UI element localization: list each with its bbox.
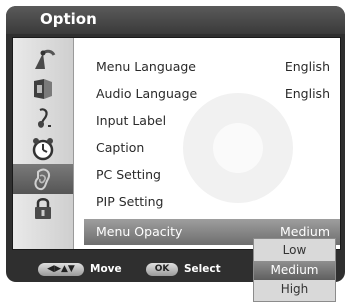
sidebar-item-time[interactable] bbox=[13, 134, 73, 164]
menu-item-caption[interactable]: Caption bbox=[84, 135, 340, 161]
dropdown-option-low[interactable]: Low bbox=[254, 241, 335, 260]
menu-item-value: English bbox=[284, 86, 330, 101]
ok-key-icon: OK bbox=[146, 263, 178, 276]
menu-item-label: Menu Opacity bbox=[96, 224, 183, 239]
menu-panel: Menu Language English Audio Language Eng… bbox=[12, 37, 341, 250]
menu-item-value: Medium bbox=[280, 224, 330, 239]
menu-item-label: Input Label bbox=[96, 113, 167, 128]
dropdown-option-medium[interactable]: Medium bbox=[254, 261, 335, 280]
opacity-dropdown[interactable]: Low Medium High bbox=[253, 238, 336, 302]
menu-item-label: Menu Language bbox=[96, 59, 196, 74]
menu-item-menu-language[interactable]: Menu Language English bbox=[84, 54, 340, 80]
menu-item-label: PC Setting bbox=[96, 167, 161, 182]
menu-item-label: Caption bbox=[96, 140, 145, 155]
menu-item-pip-setting[interactable]: PIP Setting bbox=[84, 189, 340, 215]
clock-icon bbox=[32, 138, 54, 161]
picture-icon bbox=[34, 79, 52, 99]
navigation-keys-icon: ◀▶▲▼ bbox=[38, 263, 84, 276]
sidebar-item-sound[interactable] bbox=[13, 104, 73, 134]
sidebar-item-lock[interactable] bbox=[13, 194, 73, 224]
select-hint: Select bbox=[184, 263, 221, 275]
move-hint: Move bbox=[90, 263, 122, 275]
sidebar-item-option[interactable] bbox=[13, 164, 73, 194]
menu-item-input-label[interactable]: Input Label bbox=[84, 108, 340, 134]
menu-item-pc-setting[interactable]: PC Setting bbox=[84, 162, 340, 188]
menu-list: Menu Language English Audio Language Eng… bbox=[84, 38, 340, 249]
sidebar-item-channel[interactable] bbox=[13, 44, 73, 74]
antenna-icon bbox=[35, 49, 56, 69]
lock-icon bbox=[35, 198, 51, 219]
menu-item-value: English bbox=[284, 59, 330, 74]
option-icon bbox=[34, 168, 50, 191]
title-bar: Option bbox=[6, 6, 345, 34]
dropdown-option-high[interactable]: High bbox=[254, 280, 335, 299]
category-sidebar bbox=[13, 38, 74, 249]
sound-icon bbox=[38, 108, 51, 128]
sidebar-item-picture[interactable] bbox=[13, 74, 73, 104]
page-title: Option bbox=[40, 10, 97, 28]
menu-item-label: Audio Language bbox=[96, 86, 198, 101]
menu-item-label: PIP Setting bbox=[96, 194, 164, 209]
menu-item-audio-language[interactable]: Audio Language English bbox=[84, 81, 340, 107]
